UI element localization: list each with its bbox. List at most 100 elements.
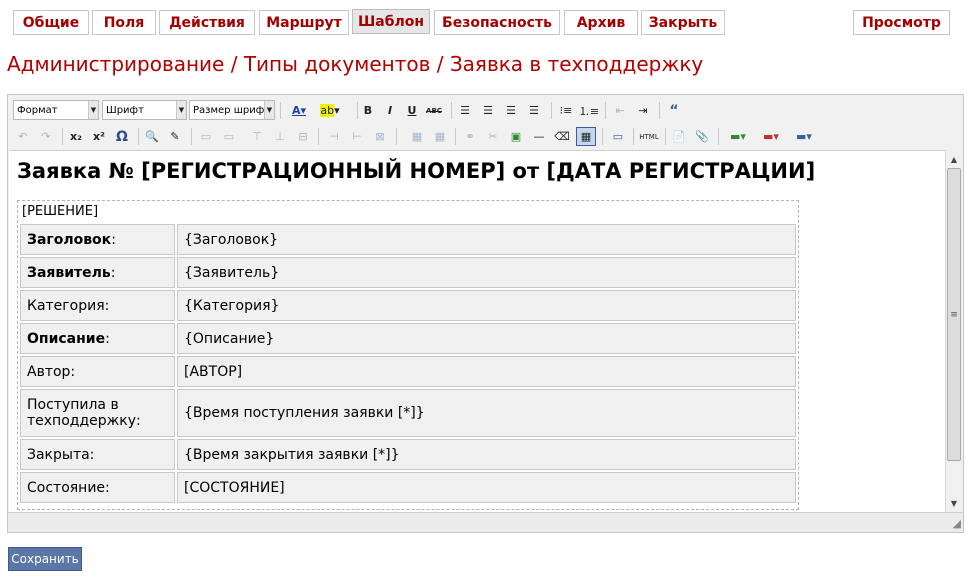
- merge-cells-icon[interactable]: ▦: [407, 127, 427, 146]
- toolbar-row-1: Формат ▼ Шрифт ▼ Размер шрифт ▼ A▾ ab ▾ B…: [11, 100, 961, 122]
- unlink-icon[interactable]: ✂: [483, 127, 503, 146]
- toolbar-separator: [659, 102, 660, 119]
- toolbar-separator: [455, 128, 456, 145]
- table-row: Закрыта: {Время закрытия заявки [*]}: [20, 438, 796, 471]
- tab-route[interactable]: Маршрут: [259, 10, 349, 35]
- decision-placeholder: [РЕШЕНИЕ]: [22, 204, 99, 219]
- redo-icon[interactable]: ↷: [36, 127, 56, 146]
- toolbar-separator: [62, 128, 63, 145]
- table-row: Автор: [АВТОР]: [20, 355, 796, 388]
- delete-col-icon[interactable]: ⊠: [370, 127, 390, 146]
- table-row: Заявитель: {Заявитель}: [20, 256, 796, 289]
- outdent-icon[interactable]: ⇤: [610, 101, 630, 120]
- row-value: {Описание}: [177, 323, 796, 354]
- text-color-icon[interactable]: A▾: [284, 101, 314, 120]
- row-key: Заявитель:: [20, 257, 175, 288]
- editor-scrollbar[interactable]: ▲ ≡ ▼: [945, 150, 962, 512]
- toolbar-separator: [318, 128, 319, 145]
- italic-button[interactable]: I: [380, 101, 400, 120]
- row-value: {Заявитель}: [177, 257, 796, 288]
- blockquote-icon[interactable]: “: [664, 101, 684, 120]
- chevron-down-icon: ▼: [264, 101, 274, 119]
- row-key-colon: :: [105, 330, 110, 347]
- row-key-text: Заголовок: [27, 231, 112, 248]
- align-justify-icon[interactable]: ☰: [524, 101, 544, 120]
- split-cells-icon[interactable]: ▦: [430, 127, 450, 146]
- chevron-down-icon: ▼: [176, 101, 186, 119]
- edit-icon[interactable]: ✎: [165, 127, 185, 146]
- table-row-icon[interactable]: ▭: [196, 127, 216, 146]
- tab-general[interactable]: Общие: [13, 10, 89, 35]
- insert-row-before-icon[interactable]: ⊤: [247, 127, 267, 146]
- align-left-icon[interactable]: ☰: [455, 101, 475, 120]
- document-heading: Заявка № [РЕГИСТРАЦИОННЫЙ НОМЕР] от [ДАТ…: [17, 159, 816, 183]
- font-select[interactable]: Шрифт ▼: [102, 100, 187, 120]
- row-value: {Категория}: [177, 290, 796, 321]
- tab-template[interactable]: Шаблон: [352, 9, 430, 34]
- row-key-colon: :: [111, 231, 116, 248]
- row-key-colon: :: [110, 264, 116, 281]
- attach-icon[interactable]: 📎: [692, 127, 712, 146]
- table-props-icon[interactable]: ▭: [219, 127, 239, 146]
- insert-field-icon[interactable]: ▬▾: [723, 127, 753, 146]
- scroll-up-icon[interactable]: ▲: [946, 151, 962, 167]
- resize-handle-icon[interactable]: ◢: [953, 517, 961, 530]
- align-center-icon[interactable]: ☰: [478, 101, 498, 120]
- indent-icon[interactable]: ⇥: [633, 101, 653, 120]
- tab-fields[interactable]: Поля: [92, 10, 156, 35]
- tab-close[interactable]: Закрыть: [641, 10, 725, 35]
- scrollbar-thumb[interactable]: ≡: [947, 168, 961, 461]
- align-right-icon[interactable]: ☰: [501, 101, 521, 120]
- editor-statusbar: ◢: [8, 512, 963, 532]
- font-size-select[interactable]: Размер шрифт ▼: [189, 100, 275, 120]
- table-icon[interactable]: ▦: [576, 127, 596, 146]
- fullscreen-icon[interactable]: ▭: [608, 127, 628, 146]
- table-row: Категория: {Категория}: [20, 289, 796, 322]
- table-row: Поступила в техподдержку: {Время поступл…: [20, 388, 796, 438]
- tab-security[interactable]: Безопасность: [434, 10, 560, 35]
- link-icon[interactable]: ⚭: [460, 127, 480, 146]
- numbered-list-icon[interactable]: ⒈≡: [579, 101, 599, 120]
- delete-row-icon[interactable]: ⊟: [293, 127, 313, 146]
- eraser-icon[interactable]: ⌫: [552, 127, 572, 146]
- chevron-down-icon: ▼: [88, 101, 98, 119]
- editor-content[interactable]: Заявка № [РЕГИСТРАЦИОННЫЙ НОМЕР] от [ДАТ…: [9, 150, 945, 512]
- save-button[interactable]: Сохранить: [8, 547, 82, 571]
- row-key: Автор:: [20, 356, 175, 387]
- toolbar-separator: [451, 102, 452, 119]
- toolbar-separator: [602, 128, 603, 145]
- row-key: Категория:: [20, 290, 175, 321]
- insert-col-after-icon[interactable]: ⊢: [347, 127, 367, 146]
- row-key: Описание:: [20, 323, 175, 354]
- html-source-button[interactable]: HTML: [637, 127, 661, 146]
- toolbar-separator: [633, 128, 634, 145]
- insert-col-before-icon[interactable]: ⊣: [324, 127, 344, 146]
- toolbar-separator: [718, 128, 719, 145]
- strikethrough-button[interactable]: ABC: [424, 101, 444, 120]
- scroll-down-icon[interactable]: ▼: [946, 495, 962, 511]
- highlight-color-icon[interactable]: ab ▾: [315, 101, 345, 120]
- template-table: [РЕШЕНИЕ] Заголовок: {Заголовок} Заявите…: [17, 200, 799, 510]
- font-size-select-label: Размер шрифт: [193, 104, 271, 116]
- toolbar-row-2: ↶ ↷ x₂ x² Ω 🔍 ✎ ▭ ▭ ⊤ ⊥ ⊟ ⊣ ⊢ ⊠ ▦ ▦ ⚭ ✂ …: [11, 126, 961, 148]
- insert-field-icon[interactable]: ▬▾: [756, 127, 786, 146]
- table-row: Заголовок: {Заголовок}: [20, 223, 796, 256]
- find-replace-icon[interactable]: 🔍: [142, 127, 162, 146]
- new-document-icon[interactable]: 📄: [669, 127, 689, 146]
- undo-icon[interactable]: ↶: [13, 127, 33, 146]
- bullet-list-icon[interactable]: ⁝≡: [556, 101, 576, 120]
- tab-actions[interactable]: Действия: [159, 10, 255, 35]
- tab-archive[interactable]: Архив: [564, 10, 638, 35]
- toolbar-separator: [191, 128, 192, 145]
- superscript-button[interactable]: x²: [89, 127, 109, 146]
- bold-button[interactable]: B: [358, 101, 378, 120]
- subscript-button[interactable]: x₂: [66, 127, 86, 146]
- insert-row-after-icon[interactable]: ⊥: [270, 127, 290, 146]
- tab-preview[interactable]: Просмотр: [853, 10, 950, 35]
- image-icon[interactable]: ▣: [506, 127, 526, 146]
- underline-button[interactable]: U: [402, 101, 422, 120]
- special-char-button[interactable]: Ω: [112, 127, 132, 146]
- insert-field-icon[interactable]: ▬▾: [789, 127, 819, 146]
- format-select[interactable]: Формат ▼: [13, 100, 99, 120]
- horizontal-rule-icon[interactable]: —: [529, 127, 549, 146]
